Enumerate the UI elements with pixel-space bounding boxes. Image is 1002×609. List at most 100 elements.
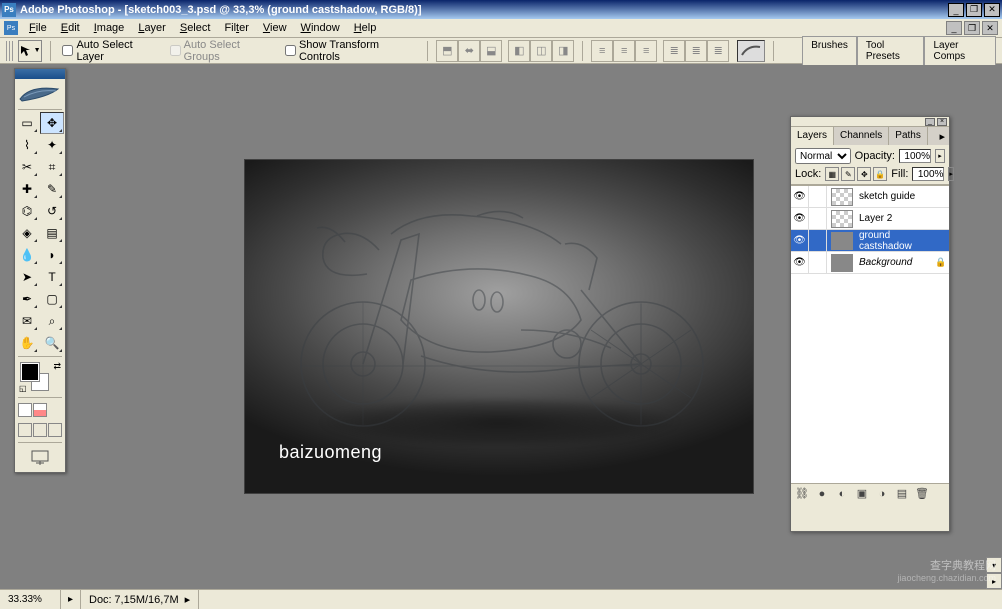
menu-image[interactable]: Image <box>87 20 132 36</box>
panel-header[interactable]: _ × <box>791 117 949 127</box>
tool-gradient[interactable]: ▤ <box>40 222 64 244</box>
screen-menubar-icon[interactable] <box>33 423 47 437</box>
link-cell[interactable] <box>809 252 827 274</box>
fill-slider-toggle[interactable]: ▸ <box>948 167 954 181</box>
fill-field[interactable] <box>912 167 944 181</box>
new-layer-button[interactable]: ▤ <box>895 487 909 501</box>
tool-type[interactable]: T <box>40 266 64 288</box>
menu-view[interactable]: View <box>256 20 294 36</box>
menu-edit[interactable]: Edit <box>54 20 87 36</box>
layer-row[interactable]: 👁Background🔒 <box>791 252 949 274</box>
tool-blur[interactable]: 💧 <box>15 244 39 266</box>
standard-mode-icon[interactable] <box>18 403 32 417</box>
minimize-button[interactable]: _ <box>948 3 964 17</box>
maximize-button[interactable]: ❐ <box>966 3 982 17</box>
layer-name[interactable]: ground castshadow <box>857 230 933 252</box>
color-swatches[interactable]: ⇄ ◱ <box>15 359 65 395</box>
tab-brushes[interactable]: Brushes <box>802 36 857 65</box>
tool-crop[interactable]: ✂ <box>15 156 39 178</box>
delete-layer-button[interactable]: 🗑 <box>915 487 929 501</box>
link-cell[interactable] <box>809 230 827 252</box>
menu-filter[interactable]: Filter <box>217 20 255 36</box>
panel-minimize-button[interactable]: _ <box>925 118 935 126</box>
menu-select[interactable]: Select <box>173 20 218 36</box>
lock-position-icon[interactable]: ✥ <box>857 167 871 181</box>
palette-well-toggle[interactable] <box>737 40 765 62</box>
screen-full-icon[interactable] <box>48 423 62 437</box>
tool-healing[interactable]: ✚ <box>15 178 39 200</box>
tab-paths[interactable]: Paths <box>889 127 928 145</box>
jump-to-imageready[interactable] <box>15 445 65 472</box>
lock-all-icon[interactable]: 🔒 <box>873 167 887 181</box>
tab-layers[interactable]: Layers <box>791 127 834 145</box>
layer-row[interactable]: 👁 sketch guide <box>791 186 949 208</box>
tab-channels[interactable]: Channels <box>834 127 889 145</box>
tool-path-select[interactable]: ➤ <box>15 266 39 288</box>
visibility-toggle-icon[interactable]: 👁 <box>791 208 809 230</box>
menu-window[interactable]: Window <box>294 20 347 36</box>
visibility-toggle-icon[interactable]: 👁 <box>791 230 809 252</box>
lock-pixels-icon[interactable]: ✎ <box>841 167 855 181</box>
new-group-button[interactable]: ▣ <box>855 487 869 501</box>
show-transform-checkbox[interactable]: Show Transform Controls <box>285 39 415 63</box>
tool-pen[interactable]: ✒ <box>15 288 39 310</box>
tool-stamp[interactable]: ⌬ <box>15 200 39 222</box>
layer-thumbnail[interactable] <box>831 254 853 272</box>
tool-move[interactable]: ✥ <box>40 112 64 134</box>
screen-standard-icon[interactable] <box>18 423 32 437</box>
link-cell[interactable] <box>809 208 827 230</box>
layer-thumbnail[interactable] <box>831 188 853 206</box>
zoom-field[interactable] <box>8 594 52 605</box>
layer-mask-button[interactable]: ◐ <box>835 487 849 501</box>
tool-notes[interactable]: ✉ <box>15 310 39 332</box>
menu-layer[interactable]: Layer <box>131 20 173 36</box>
layer-name[interactable]: sketch guide <box>857 191 933 202</box>
tool-slice[interactable]: ⌗ <box>40 156 64 178</box>
layer-row[interactable]: 👁 Layer 2 <box>791 208 949 230</box>
tool-eyedropper[interactable]: ⌕ <box>40 310 64 332</box>
layer-thumbnail[interactable] <box>831 210 853 228</box>
tool-dodge[interactable]: ◗ <box>40 244 64 266</box>
auto-select-layer-checkbox[interactable]: Auto Select Layer <box>62 39 157 63</box>
tool-zoom[interactable]: 🔍 <box>40 332 64 354</box>
toolbox-grip[interactable] <box>15 69 65 79</box>
layer-style-button[interactable]: ● <box>815 487 829 501</box>
quickmask-mode-icon[interactable] <box>33 403 47 417</box>
menu-file[interactable]: File <box>22 20 54 36</box>
status-arrow[interactable]: ▸ <box>61 590 81 609</box>
layer-row[interactable]: 👁 ground castshadow <box>791 230 949 252</box>
mdi-minimize[interactable]: _ <box>946 21 962 35</box>
layer-thumbnail[interactable] <box>831 232 853 250</box>
link-layers-button[interactable]: ⛓ <box>795 487 809 501</box>
tab-layer-comps[interactable]: Layer Comps <box>924 36 996 65</box>
blend-mode-select[interactable]: Normal <box>795 148 851 164</box>
swap-colors-icon[interactable]: ⇄ <box>53 361 61 372</box>
options-grip[interactable] <box>6 41 14 61</box>
foreground-color-swatch[interactable] <box>21 363 39 381</box>
panel-close-button[interactable]: × <box>937 118 947 126</box>
visibility-toggle-icon[interactable]: 👁 <box>791 186 809 208</box>
tab-tool-presets[interactable]: Tool Presets <box>857 36 925 65</box>
tool-eraser[interactable]: ◈ <box>15 222 39 244</box>
mdi-restore[interactable]: ❐ <box>964 21 980 35</box>
tool-marquee[interactable]: ▭ <box>15 112 39 134</box>
tool-wand[interactable]: ✦ <box>40 134 64 156</box>
tool-brush[interactable]: ✎ <box>40 178 64 200</box>
tool-shape[interactable]: ▢ <box>40 288 64 310</box>
document-canvas[interactable]: baizuomeng <box>244 159 754 494</box>
mdi-close[interactable]: ✕ <box>982 21 998 35</box>
tool-preset-picker[interactable]: ▼ <box>18 40 42 62</box>
menu-help[interactable]: Help <box>347 20 384 36</box>
visibility-toggle-icon[interactable]: 👁 <box>791 252 809 274</box>
lock-transparency-icon[interactable]: ▦ <box>825 167 839 181</box>
panel-menu-button[interactable]: ▸ <box>935 127 949 145</box>
opacity-slider-toggle[interactable]: ▸ <box>935 149 945 163</box>
close-button[interactable]: ✕ <box>984 3 1000 17</box>
tool-history-brush[interactable]: ↺ <box>40 200 64 222</box>
link-cell[interactable] <box>809 186 827 208</box>
opacity-field[interactable] <box>899 149 931 163</box>
tool-hand[interactable]: ✋ <box>15 332 39 354</box>
layer-name[interactable]: Background <box>857 257 933 268</box>
layer-name[interactable]: Layer 2 <box>857 213 933 224</box>
tool-lasso[interactable]: ⌇ <box>15 134 39 156</box>
